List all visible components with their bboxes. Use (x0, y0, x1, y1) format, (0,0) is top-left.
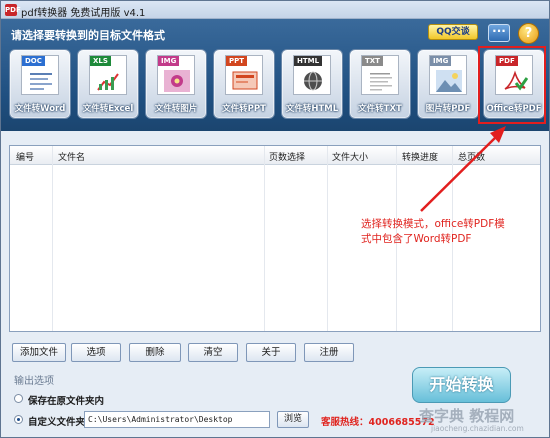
tile-file-to-word[interactable]: DOC 文件转Word (9, 49, 71, 119)
tile-file-to-txt[interactable]: TXT 文件转TXT (349, 49, 411, 119)
flower-photo-icon (164, 70, 190, 92)
custom-folder-radio[interactable] (14, 415, 23, 424)
column-header[interactable]: 文件名 (58, 150, 85, 163)
tile-tag: IMG (430, 56, 452, 66)
tile-tag: PPT (226, 56, 248, 66)
help-icon[interactable]: ? (518, 23, 539, 44)
txt-doc-icon: TXT (361, 55, 399, 95)
excel-doc-icon: XLS (89, 55, 127, 95)
tile-label: 文件转TXT (358, 104, 402, 114)
ppt-doc-icon: PPT (225, 55, 263, 95)
tile-label: 图片转PDF (425, 104, 471, 114)
app-window: PDF pdf转换器 免费试用版 v4.1 请选择要转换到的目标文件格式 QQ交… (0, 0, 550, 438)
tile-file-to-html[interactable]: HTML 文件转HTML (281, 49, 343, 119)
selection-highlight (478, 46, 546, 124)
qq-chat-button[interactable]: QQ交谈 (428, 24, 478, 40)
list-header: 编号 文件名 页数选择 文件大小 转换进度 总页数 (10, 146, 540, 165)
about-button[interactable]: 关于 (246, 343, 296, 362)
format-prompt: 请选择要转换到的目标文件格式 (11, 29, 165, 42)
output-path-field[interactable]: C:\Users\Administrator\Desktop (84, 411, 270, 428)
column-header[interactable]: 总页数 (458, 150, 485, 163)
tile-tag: HTML (294, 56, 323, 66)
image-doc-icon: IMG (157, 55, 195, 95)
column-header[interactable]: 文件大小 (332, 150, 368, 163)
window-title: pdf转换器 免费试用版 v4.1 (21, 8, 146, 19)
chat-bubble-icon[interactable]: ··· (488, 24, 510, 42)
landscape-icon (436, 70, 462, 92)
output-options-label: 输出选项 (14, 376, 54, 387)
add-file-button[interactable]: 添加文件 (12, 343, 66, 362)
tile-label: 文件转PPT (222, 104, 266, 114)
title-bar[interactable]: PDF pdf转换器 免费试用版 v4.1 (1, 1, 549, 19)
options-button[interactable]: 选项 (71, 343, 121, 362)
keep-original-label[interactable]: 保存在原文件夹内 (28, 393, 104, 407)
tile-tag: IMG (158, 56, 180, 66)
column-divider (327, 146, 328, 331)
globe-icon (304, 71, 322, 91)
clear-button[interactable]: 清空 (188, 343, 238, 362)
column-header[interactable]: 页数选择 (269, 150, 305, 163)
tile-label: 文件转HTML (285, 104, 339, 114)
column-divider (264, 146, 265, 331)
plain-text-icon (370, 73, 392, 91)
column-header[interactable]: 编号 (16, 150, 34, 163)
annotation-line: 式中包含了Word转PDF (361, 233, 472, 245)
format-banner: 请选择要转换到的目标文件格式 QQ交谈 ··· ? DOC 文件转Word XL… (1, 19, 549, 131)
slide-icon (232, 71, 258, 90)
tile-file-to-ppt[interactable]: PPT 文件转PPT (213, 49, 275, 119)
tile-tag: DOC (22, 56, 45, 66)
html-doc-icon: HTML (293, 55, 331, 95)
tile-image-to-pdf[interactable]: IMG 图片转PDF (417, 49, 479, 119)
tile-file-to-excel[interactable]: XLS 文件转Excel (77, 49, 139, 119)
tile-tag: XLS (90, 56, 111, 66)
text-lines-icon (30, 73, 52, 90)
browse-button[interactable]: 浏览 (277, 411, 309, 428)
app-icon: PDF (5, 4, 21, 16)
watermark-text: 查字典 教程网 (419, 407, 515, 425)
column-divider (52, 146, 53, 331)
custom-folder-label[interactable]: 自定义文件夹 (28, 414, 85, 428)
word-doc-icon: DOC (21, 55, 59, 95)
tile-label: 文件转Word (14, 104, 66, 114)
service-hotline: 客服热线：4006685572 (321, 417, 435, 428)
watermark-url: jiaocheng.chazidian.com (431, 424, 524, 433)
tile-file-to-image[interactable]: IMG 文件转图片 (145, 49, 207, 119)
delete-button[interactable]: 删除 (129, 343, 181, 362)
start-convert-button[interactable]: 开始转换 (412, 367, 511, 403)
annotation-line: 选择转换模式，office转PDF模 (361, 218, 505, 230)
column-header[interactable]: 转换进度 (402, 150, 438, 163)
tile-label: 文件转Excel (82, 104, 134, 114)
image-pdf-doc-icon: IMG (429, 55, 467, 95)
annotation-note: 选择转换模式，office转PDF模 式中包含了Word转PDF (361, 217, 531, 247)
tile-label: 文件转图片 (154, 104, 198, 114)
tile-tag: TXT (362, 56, 383, 66)
register-button[interactable]: 注册 (304, 343, 354, 362)
chart-icon (97, 73, 119, 91)
keep-original-radio[interactable] (14, 394, 23, 403)
